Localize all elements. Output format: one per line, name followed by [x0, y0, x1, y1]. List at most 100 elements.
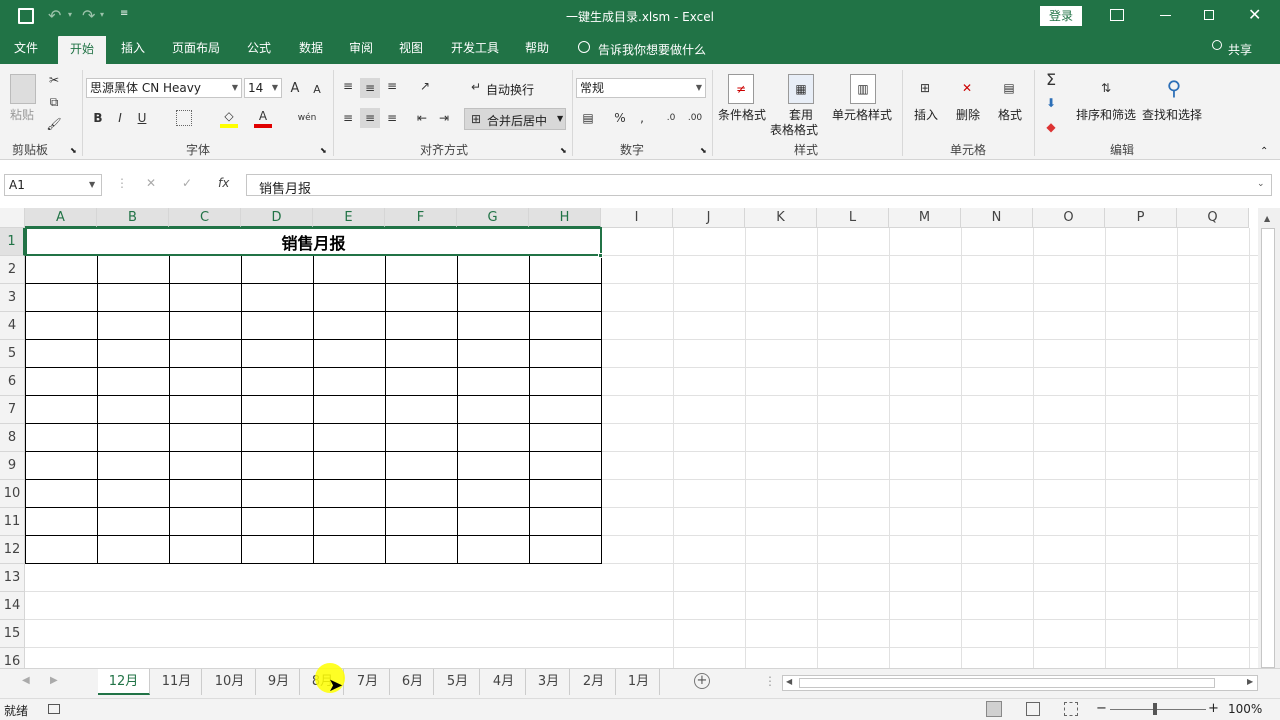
column-header-g[interactable]: G	[457, 208, 529, 228]
column-header-a[interactable]: A	[25, 208, 97, 228]
tab-data[interactable]: 数据	[292, 32, 330, 64]
increase-indent-icon[interactable]: ⇥	[436, 108, 452, 128]
formula-input[interactable]: 销售月报 ⌄	[246, 174, 1272, 197]
merge-center-button[interactable]: ⊞ 合并后居中 ▼	[464, 108, 566, 130]
vertical-scrollbar[interactable]: ▲	[1258, 208, 1280, 668]
sheet-tab-2[interactable]: 2月	[572, 669, 616, 695]
prev-sheet-icon[interactable]: ◀	[22, 675, 30, 686]
zoom-out-icon[interactable]: −	[1096, 701, 1107, 716]
sheet-tab-9[interactable]: 9月	[258, 669, 300, 695]
save-icon[interactable]	[18, 8, 34, 24]
wrap-text-button[interactable]: 自动换行	[486, 81, 534, 98]
tab-home[interactable]: 开始	[58, 36, 106, 64]
column-header-h[interactable]: H	[529, 208, 601, 228]
decrease-decimal-icon[interactable]: .00	[686, 108, 704, 128]
tab-developer[interactable]: 开发工具	[444, 32, 506, 64]
paste-label[interactable]: 粘贴	[10, 106, 34, 123]
zoom-slider[interactable]	[1110, 709, 1206, 710]
border-icon[interactable]	[176, 110, 192, 126]
row-header-2[interactable]: 2	[0, 256, 25, 284]
format-cells-button[interactable]: 格式	[998, 106, 1022, 123]
insert-cells-button[interactable]: 插入	[914, 106, 938, 123]
fill-handle[interactable]	[598, 253, 603, 258]
redo-dropdown-icon[interactable]: ▾	[100, 10, 104, 19]
decrease-font-icon[interactable]: A	[310, 80, 324, 98]
tab-page-layout[interactable]: 页面布局	[166, 32, 226, 64]
insert-function-icon[interactable]: fx	[218, 176, 229, 190]
row-header-9[interactable]: 9	[0, 452, 25, 480]
column-header-o[interactable]: O	[1033, 208, 1105, 228]
cell-styles-button[interactable]: 单元格样式	[832, 106, 892, 123]
login-button[interactable]: 登录	[1040, 6, 1082, 26]
lightbulb-search-icon[interactable]	[578, 41, 590, 53]
undo-dropdown-icon[interactable]: ▾	[68, 10, 72, 19]
zoom-level[interactable]: 100%	[1228, 702, 1262, 716]
zoom-slider-thumb[interactable]	[1153, 703, 1157, 715]
sheet-tab-1[interactable]: 1月	[618, 669, 660, 695]
column-header-m[interactable]: M	[889, 208, 961, 228]
align-left-icon[interactable]: ≡	[340, 108, 356, 128]
copy-icon[interactable]: ⧉	[46, 94, 62, 110]
delete-cells-icon[interactable]: ✕	[954, 74, 980, 102]
redo-icon[interactable]: ↷	[82, 6, 95, 25]
font-name-dropdown[interactable]: 思源黑体 CN Heavy ▼	[86, 78, 242, 98]
align-right-icon[interactable]: ≡	[384, 108, 400, 128]
cell-styles-icon[interactable]: ▥	[850, 74, 876, 104]
sheet-tab-10[interactable]: 10月	[204, 669, 256, 695]
cut-icon[interactable]: ✂	[46, 72, 62, 88]
column-header-c[interactable]: C	[169, 208, 241, 228]
row-header-1[interactable]: 1	[0, 228, 25, 256]
customize-qat-icon[interactable]: ≡	[120, 8, 128, 19]
row-header-8[interactable]: 8	[0, 424, 25, 452]
row-header-6[interactable]: 6	[0, 368, 25, 396]
italic-icon[interactable]: I	[112, 108, 128, 128]
increase-decimal-icon[interactable]: .0	[662, 108, 680, 128]
underline-icon[interactable]: U	[134, 108, 150, 128]
delete-cells-button[interactable]: 删除	[956, 106, 980, 123]
sheet-tab-12[interactable]: 12月	[98, 669, 150, 695]
conditional-formatting-button[interactable]: 条件格式	[718, 106, 766, 123]
row-header-16[interactable]: 16	[0, 648, 25, 668]
row-header-11[interactable]: 11	[0, 508, 25, 536]
number-launcher-icon[interactable]: ⬊	[700, 146, 707, 155]
find-select-button[interactable]: 查找和选择	[1142, 106, 1202, 123]
wrap-text-icon[interactable]: ↵	[468, 78, 484, 96]
orientation-icon[interactable]: ↗	[416, 78, 434, 94]
align-bottom-icon[interactable]: ≡	[384, 78, 400, 94]
column-header-e[interactable]: E	[313, 208, 385, 228]
scroll-up-icon[interactable]: ▲	[1264, 214, 1270, 223]
font-size-dropdown[interactable]: 14 ▼	[244, 78, 282, 98]
accounting-format-icon[interactable]: ▤	[578, 108, 598, 128]
row-header-12[interactable]: 12	[0, 536, 25, 564]
phonetic-icon[interactable]: wén	[298, 108, 317, 128]
column-header-f[interactable]: F	[385, 208, 457, 228]
column-header-j[interactable]: J	[673, 208, 745, 228]
macro-record-icon[interactable]	[48, 704, 60, 714]
autosum-icon[interactable]: Σ	[1042, 70, 1060, 89]
sheet-tab-5[interactable]: 5月	[436, 669, 480, 695]
format-cells-icon[interactable]: ▤	[996, 74, 1022, 102]
format-as-table-line2[interactable]: 表格格式	[770, 121, 818, 138]
tab-file[interactable]: 文件	[6, 32, 46, 64]
page-layout-view-icon[interactable]	[1026, 702, 1040, 716]
column-header-l[interactable]: L	[817, 208, 889, 228]
column-header-p[interactable]: P	[1105, 208, 1177, 228]
sheet-tab-4[interactable]: 4月	[482, 669, 526, 695]
row-header-13[interactable]: 13	[0, 564, 25, 592]
enter-icon[interactable]: ✓	[182, 176, 192, 190]
tab-review[interactable]: 审阅	[342, 32, 380, 64]
clear-icon[interactable]: ◆	[1042, 118, 1060, 136]
clipboard-launcher-icon[interactable]: ⬊	[70, 146, 77, 155]
sheet-tab-3[interactable]: 3月	[528, 669, 570, 695]
tab-formulas[interactable]: 公式	[240, 32, 278, 64]
format-as-table-icon[interactable]: ▦	[788, 74, 814, 104]
merged-title-cell[interactable]: 销售月报	[25, 227, 602, 256]
sheet-tab-11[interactable]: 11月	[152, 669, 202, 695]
row-header-5[interactable]: 5	[0, 340, 25, 368]
share-icon[interactable]	[1212, 40, 1222, 50]
worksheet-grid[interactable]: A B C D E F G H I J K L M N O P Q 1 2 3 …	[0, 208, 1260, 668]
next-sheet-icon[interactable]: ▶	[50, 675, 58, 686]
normal-view-icon[interactable]	[986, 701, 1002, 717]
insert-cells-icon[interactable]: ⊞	[912, 74, 938, 102]
find-select-icon[interactable]: ⚲	[1160, 74, 1188, 102]
